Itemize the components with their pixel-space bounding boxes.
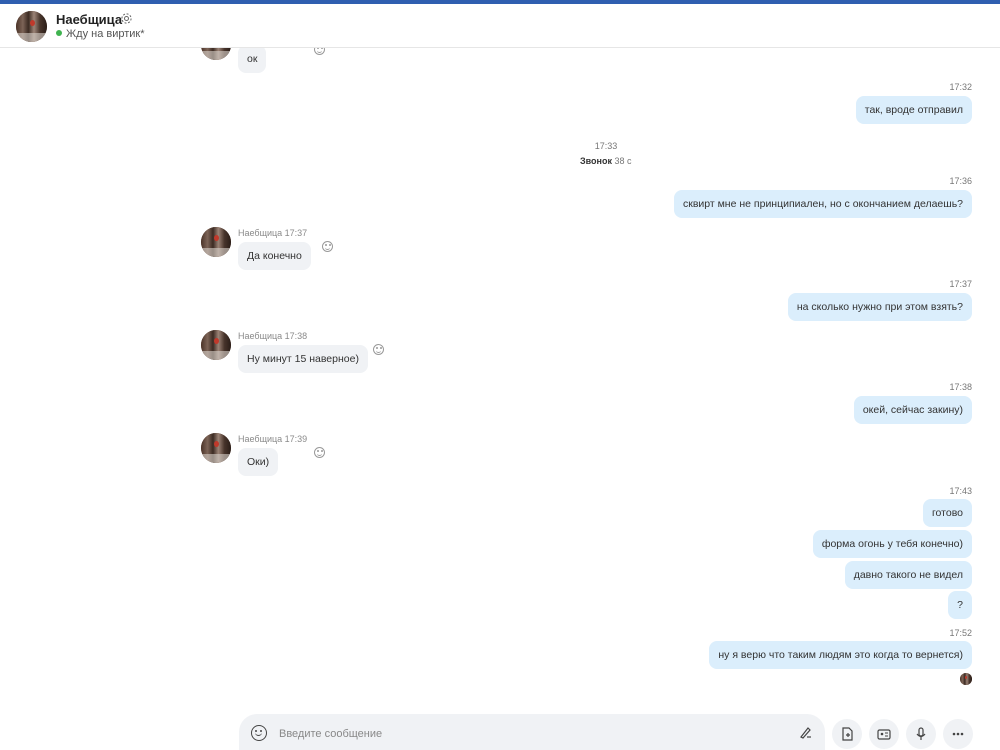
- outgoing-message[interactable]: на сколько нужно при этом взять?: [787, 293, 972, 321]
- call-duration: 38 с: [614, 156, 632, 166]
- file-icon[interactable]: [832, 719, 862, 749]
- pen-icon[interactable]: [799, 725, 813, 742]
- outgoing-message[interactable]: давно такого не видел: [844, 561, 972, 589]
- microphone-icon[interactable]: [906, 719, 936, 749]
- incoming-message[interactable]: ок: [238, 45, 267, 73]
- more-icon[interactable]: [943, 719, 973, 749]
- message-composer: [239, 714, 825, 750]
- message-sender-time: Наебщица 17:39: [238, 434, 308, 444]
- gear-icon[interactable]: [120, 12, 133, 25]
- incoming-message[interactable]: Оки): [238, 448, 279, 476]
- message-input[interactable]: [277, 723, 761, 745]
- call-time: 17:33: [594, 141, 618, 151]
- message-sender-time: Наебщица 17:37: [238, 228, 308, 238]
- smile-icon[interactable]: [251, 725, 267, 741]
- online-indicator: [56, 30, 62, 37]
- call-event: Звонок 38 с: [580, 156, 632, 166]
- outgoing-message[interactable]: форма огонь у тебя конечно): [812, 530, 972, 558]
- message-time: 17:43: [949, 486, 972, 496]
- reaction-icon[interactable]: [314, 447, 325, 458]
- message-sender-time: Наебщица 17:38: [238, 331, 308, 341]
- message-time: 17:37: [949, 279, 972, 289]
- contact-status: Жду на виртик*: [56, 28, 145, 40]
- outgoing-message[interactable]: ?: [948, 591, 972, 619]
- contact-card-icon[interactable]: [869, 719, 899, 749]
- outgoing-message[interactable]: так, вроде отправил: [855, 96, 972, 124]
- header-overlay: [195, 4, 335, 48]
- message-time: 17:36: [949, 176, 972, 186]
- contact-avatar[interactable]: [16, 11, 47, 42]
- incoming-message[interactable]: Да конечно: [238, 242, 311, 270]
- outgoing-message[interactable]: окей, сейчас закину): [853, 396, 972, 424]
- message-avatar[interactable]: [201, 433, 231, 463]
- call-label: Звонок: [580, 156, 612, 166]
- outgoing-message[interactable]: готово: [922, 499, 972, 527]
- outgoing-message[interactable]: сквирт мне не принципиален, но с окончан…: [673, 190, 972, 218]
- message-avatar[interactable]: [201, 330, 231, 360]
- incoming-message[interactable]: Ну минут 15 наверное): [238, 345, 368, 373]
- message-time: 17:38: [949, 382, 972, 392]
- message-avatar[interactable]: [201, 227, 231, 257]
- chat-header: Наебщица Жду на виртик*: [0, 4, 1000, 48]
- read-receipt-avatar: [960, 673, 972, 685]
- message-time: 17:52: [949, 628, 972, 638]
- reaction-icon[interactable]: [322, 241, 333, 252]
- status-text: Жду на виртик*: [66, 28, 145, 40]
- outgoing-message[interactable]: ну я верю что таким людям это когда то в…: [709, 641, 972, 669]
- contact-name[interactable]: Наебщица: [56, 12, 122, 27]
- message-time: 17:32: [949, 82, 972, 92]
- reaction-icon[interactable]: [373, 344, 384, 355]
